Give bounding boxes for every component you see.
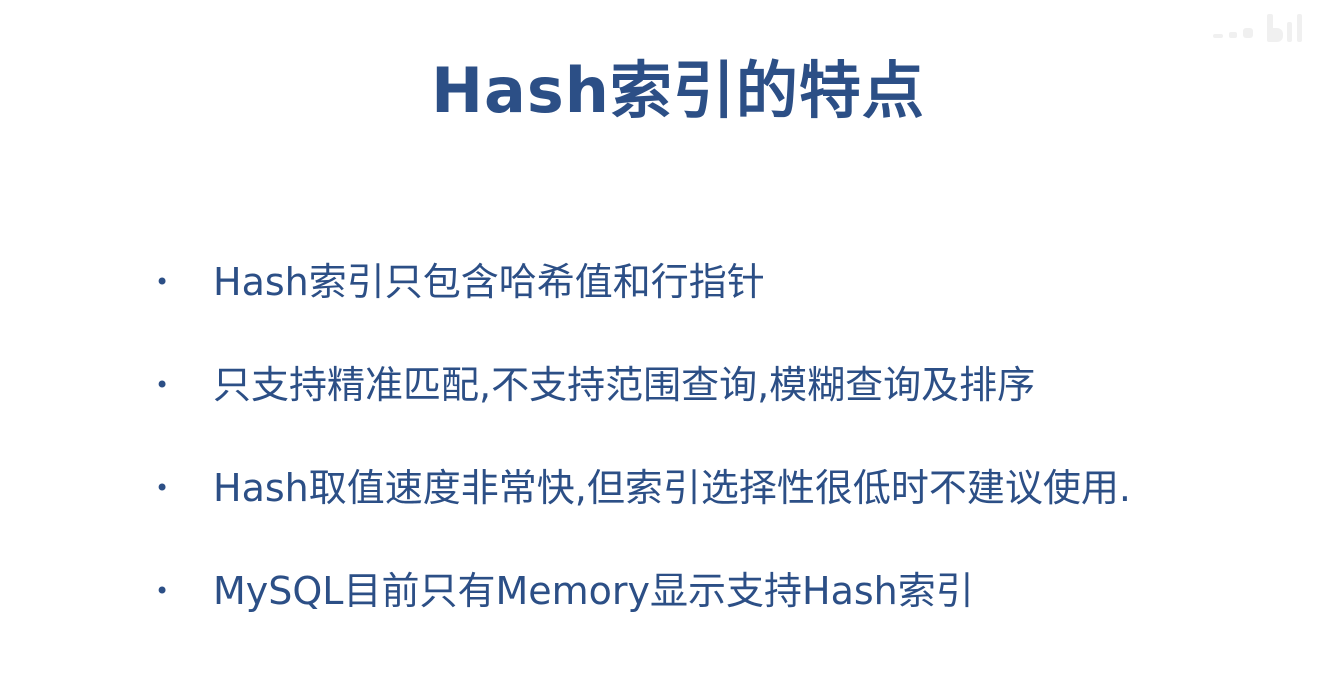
bullet-text: Hash索引只包含哈希值和行指针 [213, 260, 765, 304]
bullet-dot-icon: • [155, 474, 170, 502]
video-platform-watermark [1213, 14, 1302, 42]
slide-title: Hash索引的特点 [431, 54, 925, 127]
bullet-item: • Hash取值速度非常快,但索引选择性很低时不建议使用. [155, 458, 1255, 561]
bullet-list: • Hash索引只包含哈希值和行指针 • 只支持精准匹配,不支持范围查询,模糊查… [155, 252, 1255, 664]
bullet-item: • MySQL目前只有Memory显示支持Hash索引 [155, 561, 1255, 664]
bullet-dot-icon: • [155, 268, 170, 296]
bullet-dot-icon: • [155, 577, 170, 605]
bullet-dot-icon: • [155, 371, 170, 399]
bullet-item: • Hash索引只包含哈希值和行指针 [155, 252, 1255, 355]
bullet-item: • 只支持精准匹配,不支持范围查询,模糊查询及排序 [155, 355, 1255, 458]
bullet-text: 只支持精准匹配,不支持范围查询,模糊查询及排序 [213, 363, 1036, 407]
bullet-text: MySQL目前只有Memory显示支持Hash索引 [213, 569, 974, 613]
slide: Hash索引的特点 • Hash索引只包含哈希值和行指针 • 只支持精准匹配,不… [0, 0, 1323, 696]
bullet-text: Hash取值速度非常快,但索引选择性很低时不建议使用. [213, 466, 1131, 510]
